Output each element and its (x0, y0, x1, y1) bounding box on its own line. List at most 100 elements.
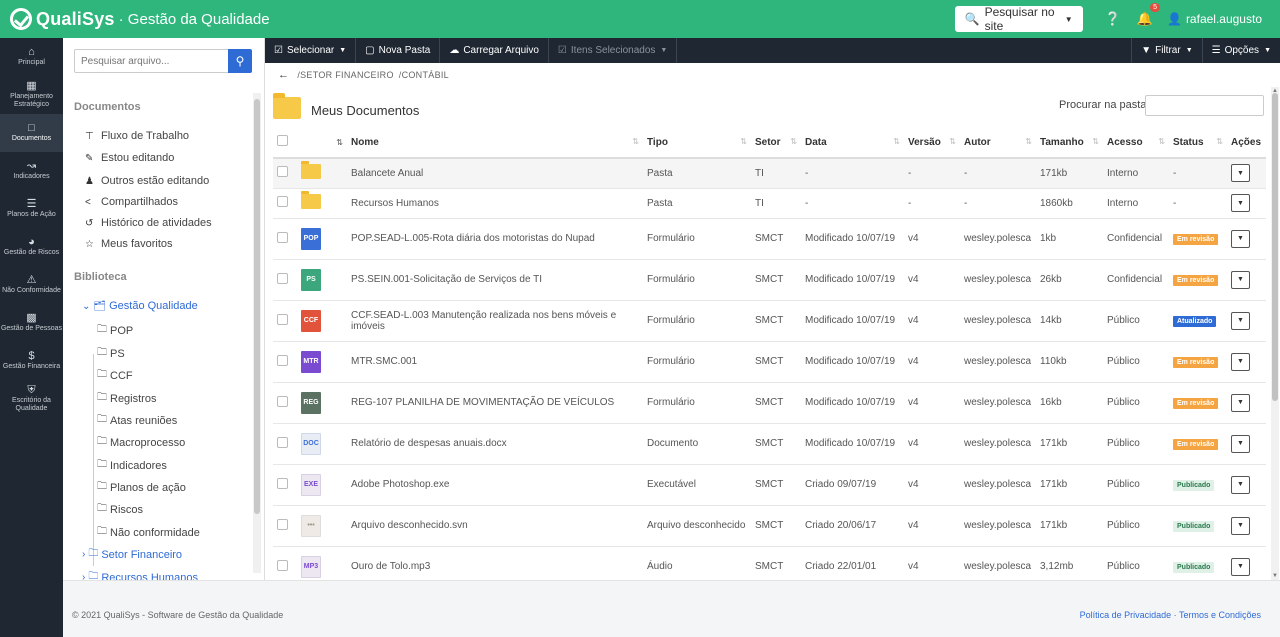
nav-planejamento[interactable]: ▦ Planejamento Estratégico (0, 76, 63, 114)
app-logo[interactable]: QualiSys · Gestão da Qualidade (10, 8, 270, 30)
cell-name[interactable]: Arquivo desconhecido.svn (347, 504, 643, 546)
cell-name[interactable]: POP.SEAD-L.005-Rota diária dos motorista… (347, 217, 643, 259)
tree-folder-riscos[interactable]: 🗀 Riscos (97, 501, 143, 518)
scrollbar-thumb[interactable] (254, 99, 260, 514)
select-all-checkbox[interactable] (277, 135, 288, 146)
tree-folder-setor-financeiro[interactable]: › 🗀 Setor Financeiro (82, 546, 182, 563)
row-actions-button[interactable]: ▼ (1231, 164, 1250, 183)
row-select-cell[interactable] (273, 545, 297, 580)
scrollbar-thumb[interactable] (1272, 93, 1278, 401)
file-tree[interactable]: Documentos ⊤ Fluxo de Trabalho ✎ Estou edi… (63, 84, 253, 580)
col-header-tamanho[interactable]: Tamanho ⇅ (1036, 127, 1103, 159)
tree-folder-pop[interactable]: 🗀 POP (97, 322, 133, 339)
bell-icon[interactable]: 🔔 5 (1137, 3, 1160, 27)
nav-escritorio[interactable]: ⛨ Escritório da Qualidade (0, 380, 63, 418)
tree-folder-ps[interactable]: 🗀 PS (97, 345, 125, 362)
cell-name[interactable]: MTR.SMC.001 (347, 340, 643, 382)
file-search-input[interactable] (74, 49, 228, 73)
doc-link-others-editing[interactable]: ♟ Outros estão editando (85, 175, 209, 187)
row-select-cell[interactable] (273, 157, 297, 188)
row-actions-button[interactable]: ▼ (1231, 393, 1250, 412)
row-select-cell[interactable] (273, 258, 297, 300)
col-header-autor[interactable]: Autor ⇅ (960, 127, 1036, 159)
cell-name[interactable]: PS.SEIN.001-Solicitação de Serviços de T… (347, 258, 643, 300)
footer-links[interactable]: Política de Privacidade · Termos e Condi… (1080, 610, 1261, 620)
scroll-down-arrow-icon[interactable]: ▼ (1272, 573, 1278, 579)
folder-search-input[interactable] (1145, 95, 1264, 116)
row-checkbox[interactable] (277, 272, 288, 284)
select-dropdown[interactable]: ☑ Selecionar ▼ (265, 38, 357, 63)
nav-riscos[interactable]: ◕ Gestão de Riscos (0, 228, 63, 266)
row-select-cell[interactable] (273, 504, 297, 546)
doc-link-shared[interactable]: < Compartilhados (85, 196, 178, 208)
row-select-cell[interactable] (273, 463, 297, 505)
options-dropdown[interactable]: ☰ Opções ▼ (1201, 38, 1280, 63)
nav-pessoas[interactable]: ▩ Gestão de Pessoas (0, 304, 63, 342)
nav-financeira[interactable]: $ Gestão Financeira (0, 342, 63, 380)
table-row[interactable]: Recursos Humanos Pasta TI - - -1860kb Interno -… (273, 187, 1266, 218)
doc-link-favorites[interactable]: ☆ Meus favoritos (85, 238, 173, 250)
cell-name[interactable]: Relatório de despesas anuais.docx (347, 422, 643, 464)
row-select-cell[interactable] (273, 422, 297, 464)
doc-link-editing[interactable]: ✎ Estou editando (85, 152, 174, 164)
tree-folder-recursos-humanos[interactable]: › 🗀 Recursos Humanos (82, 569, 198, 580)
col-header-tipo[interactable]: Tipo ⇅ (643, 127, 751, 159)
doc-link-workflow[interactable]: ⊤ Fluxo de Trabalho (85, 130, 189, 142)
tree-folder-macroprocesso[interactable]: 🗀 Macroprocesso (97, 434, 185, 451)
cell-name[interactable]: Recursos Humanos (347, 187, 643, 218)
cell-name[interactable]: CCF.SEAD-L.003 Manutenção realizada nos … (347, 299, 643, 341)
tree-folder-gestao-qualidade[interactable]: ⌄ 🗂 Gestão Qualidade (82, 300, 198, 312)
row-actions-button[interactable]: ▼ (1231, 516, 1250, 535)
table-row[interactable]: CCF CCF.SEAD-L.003 Manutenção realizada n… (273, 299, 1266, 341)
table-row[interactable]: ••• Arquivo desconhecido.svn Arquivo desco… (273, 504, 1266, 546)
upload-button[interactable]: ☁ Carregar Arquivo (440, 38, 549, 63)
breadcrumb-item[interactable]: /CONTÁBIL (399, 70, 449, 80)
table-row[interactable]: POP POP.SEAD-L.005-Rota diária dos motori… (273, 217, 1266, 259)
nav-indicadores[interactable]: ↝ Indicadores (0, 152, 63, 190)
row-checkbox[interactable] (277, 231, 288, 243)
table-row[interactable]: DOC Relatório de despesas anuais.docx Docu… (273, 422, 1266, 464)
col-header-versao[interactable]: Versão ⇅ (904, 127, 960, 159)
row-checkbox[interactable] (277, 354, 288, 366)
file-search-button[interactable]: ⚲ (228, 49, 252, 73)
tree-folder-ccf[interactable]: 🗀 CCF (97, 367, 133, 384)
col-header-setor[interactable]: Setor ⇅ (751, 127, 801, 159)
row-actions-button[interactable]: ▼ (1231, 194, 1250, 212)
breadcrumb-item[interactable]: /SETOR FINANCEIRO (297, 70, 393, 80)
row-select-cell[interactable] (273, 340, 297, 382)
cell-name[interactable]: Adobe Photoshop.exe (347, 463, 643, 505)
row-checkbox[interactable] (277, 518, 288, 530)
user-menu[interactable]: 👤 rafael.augusto (1167, 12, 1262, 26)
row-checkbox[interactable] (277, 477, 288, 489)
row-actions-button[interactable]: ▼ (1231, 270, 1250, 289)
row-checkbox[interactable] (277, 166, 288, 178)
row-actions-button[interactable]: ▼ (1231, 311, 1250, 330)
tree-folder-nao-conformidade[interactable]: 🗀 Não conformidade (97, 524, 200, 541)
col-header-status[interactable]: Status ⇅ (1169, 127, 1227, 159)
row-checkbox[interactable] (277, 196, 288, 207)
table-row[interactable]: Balancete Anual Pasta TI - - -171kb Interno - ▼ (273, 157, 1266, 188)
row-select-cell[interactable] (273, 187, 297, 218)
row-checkbox[interactable] (277, 436, 288, 448)
row-actions-button[interactable]: ▼ (1231, 557, 1250, 576)
selected-items-dropdown[interactable]: ☑ Itens Selecionados ▼ (549, 38, 678, 63)
tree-folder-planos[interactable]: 🗀 Planos de ação (97, 479, 186, 496)
row-select-cell[interactable] (273, 381, 297, 423)
row-actions-button[interactable]: ▼ (1231, 434, 1250, 453)
new-folder-button[interactable]: ▢ Nova Pasta (356, 38, 441, 63)
row-checkbox[interactable] (277, 559, 288, 571)
nav-planos-acao[interactable]: ☰ Planos de Ação (0, 190, 63, 228)
file-tree-scrollbar[interactable] (253, 93, 261, 573)
cell-name[interactable]: REG-107 PLANILHA DE MOVIMENTAÇÃO DE VEÍC… (347, 381, 643, 423)
row-checkbox[interactable] (277, 395, 288, 407)
table-row[interactable]: EXE Adobe Photoshop.exe Executável SMCT Cria… (273, 463, 1266, 505)
help-icon[interactable]: ❔ (1105, 11, 1121, 27)
back-arrow-icon[interactable]: ← (278, 69, 289, 81)
cell-name[interactable]: Balancete Anual (347, 157, 643, 188)
table-row[interactable]: MTR MTR.SMC.001 Formulário SMCT Modificado 1… (273, 340, 1266, 382)
row-actions-button[interactable]: ▼ (1231, 229, 1250, 248)
tree-folder-registros[interactable]: 🗀 Registros (97, 390, 156, 407)
table-row[interactable]: PS PS.SEIN.001-Solicitação de Serviços de… (273, 258, 1266, 300)
site-search-button[interactable]: 🔍 Pesquisar no site ▼ (954, 5, 1083, 33)
nav-nao-conformidade[interactable]: ⚠ Não Conformidade (0, 266, 63, 304)
